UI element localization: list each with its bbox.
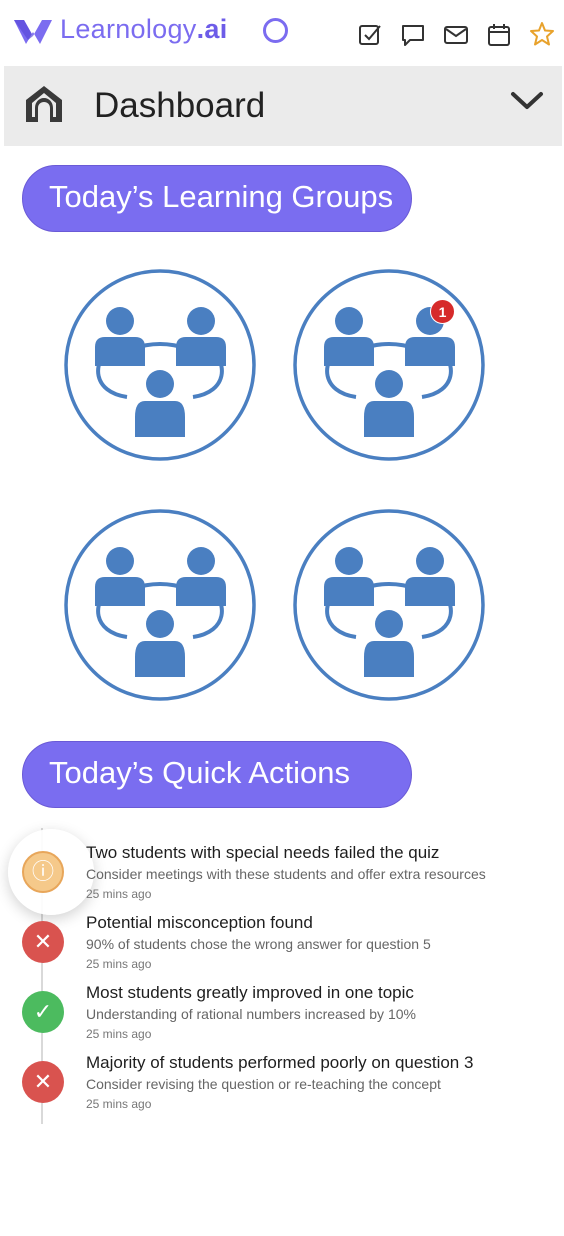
status-ring-icon[interactable] [263, 18, 288, 43]
learning-groups-heading[interactable]: Today’s Learning Groups [22, 165, 412, 232]
action-description: 90% of students chose the wrong answer f… [86, 936, 431, 952]
home-icon[interactable] [22, 82, 66, 126]
checkbox-icon[interactable] [357, 22, 383, 48]
brand-name[interactable]: Learnology.ai [60, 14, 228, 45]
quick-action-item[interactable]: ✓ Most students greatly improved in one … [0, 983, 564, 1053]
quick-action-item[interactable]: ✕ Majority of students performed poorly … [0, 1053, 564, 1123]
group-icon [64, 269, 256, 461]
calendar-icon[interactable] [486, 22, 512, 48]
close-icon[interactable]: ✕ [22, 921, 64, 963]
learning-group-2[interactable]: 1 [291, 267, 487, 463]
action-title: Potential misconception found [86, 913, 313, 932]
action-timestamp: 25 mins ago [86, 887, 152, 901]
group-icon [293, 509, 485, 701]
learnology-logo-icon[interactable] [12, 14, 54, 48]
action-timestamp: 25 mins ago [86, 1097, 152, 1111]
group-icon [293, 269, 485, 461]
info-icon[interactable]: ⓘ [22, 851, 64, 893]
quick-actions-heading[interactable]: Today’s Quick Actions [22, 741, 412, 808]
chat-icon[interactable] [400, 22, 426, 48]
learning-groups-heading-label: Today’s Learning Groups [49, 179, 394, 214]
top-bar: Learnology.ai [0, 0, 564, 64]
action-description: Understanding of rational numbers increa… [86, 1006, 416, 1022]
action-description: Consider meetings with these students an… [86, 866, 486, 882]
learning-group-3[interactable] [62, 507, 258, 703]
quick-actions-heading-label: Today’s Quick Actions [49, 755, 350, 790]
close-icon[interactable]: ✕ [22, 1061, 64, 1103]
quick-action-item[interactable]: ✕ Potential misconception found 90% of s… [0, 913, 564, 983]
action-description: Consider revising the question or re-tea… [86, 1076, 441, 1092]
mail-icon[interactable] [443, 22, 469, 48]
check-icon[interactable]: ✓ [22, 991, 64, 1033]
action-timestamp: 25 mins ago [86, 957, 152, 971]
star-icon[interactable] [529, 21, 555, 47]
learning-group-4[interactable] [291, 507, 487, 703]
chevron-down-icon[interactable] [507, 86, 547, 116]
action-title: Majority of students performed poorly on… [86, 1053, 474, 1072]
notification-badge: 1 [430, 299, 455, 324]
action-title: Most students greatly improved in one to… [86, 983, 414, 1002]
action-timestamp: 25 mins ago [86, 1027, 152, 1041]
group-icon [64, 509, 256, 701]
action-title: Two students with special needs failed t… [86, 843, 440, 862]
page-title: Dashboard [94, 86, 266, 125]
quick-action-item[interactable]: ⓘ Two students with special needs failed… [0, 829, 564, 915]
dashboard-header[interactable]: Dashboard [4, 66, 562, 146]
learning-group-1[interactable] [62, 267, 258, 463]
